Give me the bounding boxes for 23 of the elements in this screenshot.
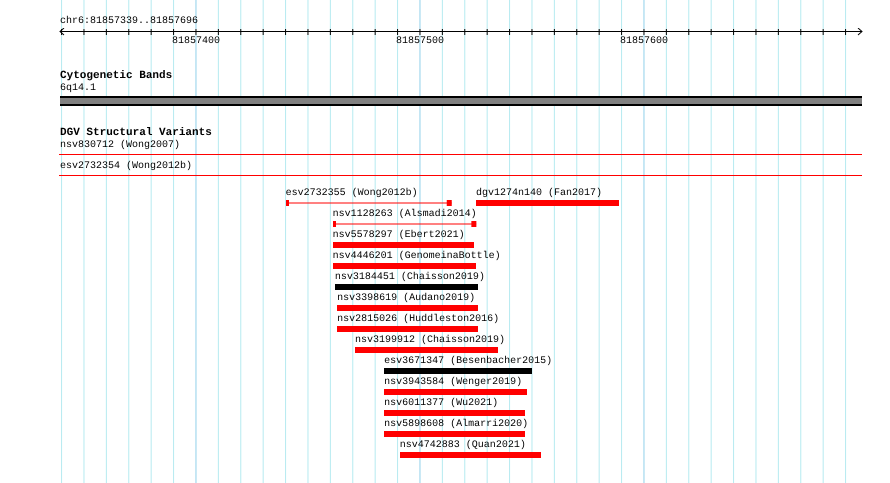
feature-label: dgv1274n140 (Fan2017) (476, 188, 602, 200)
feature-label: nsv830712 (Wong2007) (60, 140, 182, 152)
feature-label: nsv5578297 (Ebert2021) (332, 230, 465, 242)
ruler-tick-label: 81857400 (172, 36, 220, 48)
band-label: 6q14.1 (60, 83, 98, 95)
feature-label: nsv3398619 (Audano2019) (337, 293, 476, 305)
track-title: DGV Structural Variants (60, 127, 213, 140)
feature-label: nsv1128263 (Alsmadi2014) (332, 209, 477, 221)
feature-label: esv3671347 (Besenbacher2015) (384, 356, 552, 368)
feature-label: nsv6011377 (Wu2021) (384, 398, 498, 410)
feature-label: esv2732355 (Wong2012b) (286, 188, 418, 200)
feature-label: nsv3199912 (Chaisson2019) (355, 335, 506, 347)
feature-label: nsv3184451 (Chaisson2019) (334, 272, 485, 284)
ruler-tick-label: 81857600 (620, 36, 668, 48)
feature-label: esv2732354 (Wong2012b) (60, 161, 194, 173)
track-title: Cytogenetic Bands (60, 70, 174, 83)
feature-label: nsv2815026 (Huddleston2016) (337, 314, 500, 326)
feature-label: nsv4742883 (Quan2021) (400, 440, 526, 452)
location-label: chr6:81857339..81857696 (60, 16, 200, 28)
ruler-tick-label: 81857500 (396, 36, 444, 48)
feature-label: nsv4446201 (GenomeinaBottle) (332, 251, 501, 263)
feature-label: nsv3943584 (Wenger2019) (384, 377, 522, 389)
feature-label: nsv5898608 (Almarri2020) (384, 419, 528, 431)
